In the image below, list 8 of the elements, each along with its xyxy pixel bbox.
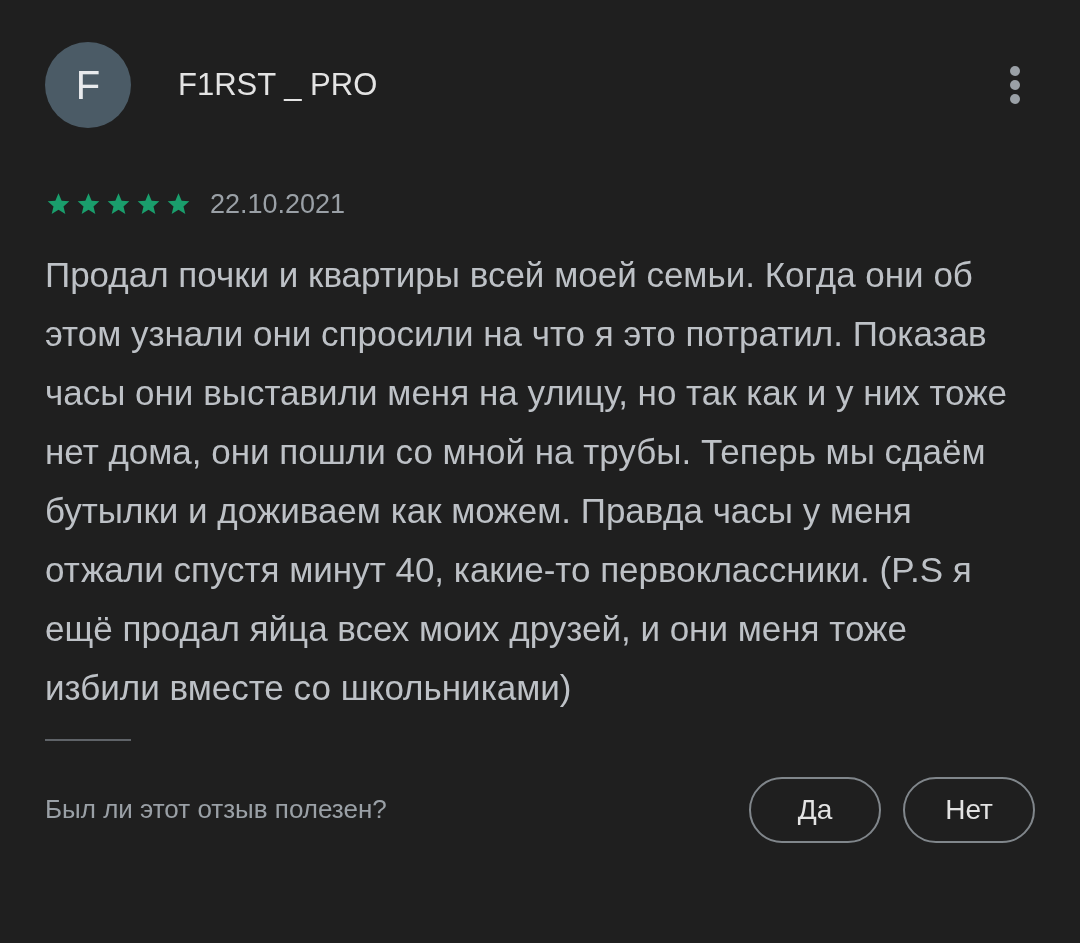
vote-button[interactable]: Да <box>749 776 881 843</box>
vote-button[interactable]: Нет <box>903 776 1035 843</box>
author-name: F1RST _ PRO <box>178 65 378 104</box>
review-date: 22.10.2021 <box>210 188 346 221</box>
helpful-question: Был ли этот отзыв полезен? <box>45 793 387 826</box>
review-text: Продал почки и квартиры всей моей семьи. Когда они об этом узнали они спросили на что я это потратил. Показав часы они выставили меня на улицу, но так как и у них тоже нет дома, они пошли со мной на трубы. Теперь мы сдаём бутылки и доживаем как можем. Правда часы у меня отжали спустя минут 40, какие-то первоклассники. (P.S я ещё продал яйца всех моих друзей, и они меня тоже избили вместе со школьниками) <box>45 253 1009 709</box>
more-options-icon[interactable] <box>1009 65 1021 105</box>
avatar: F <box>45 42 131 128</box>
